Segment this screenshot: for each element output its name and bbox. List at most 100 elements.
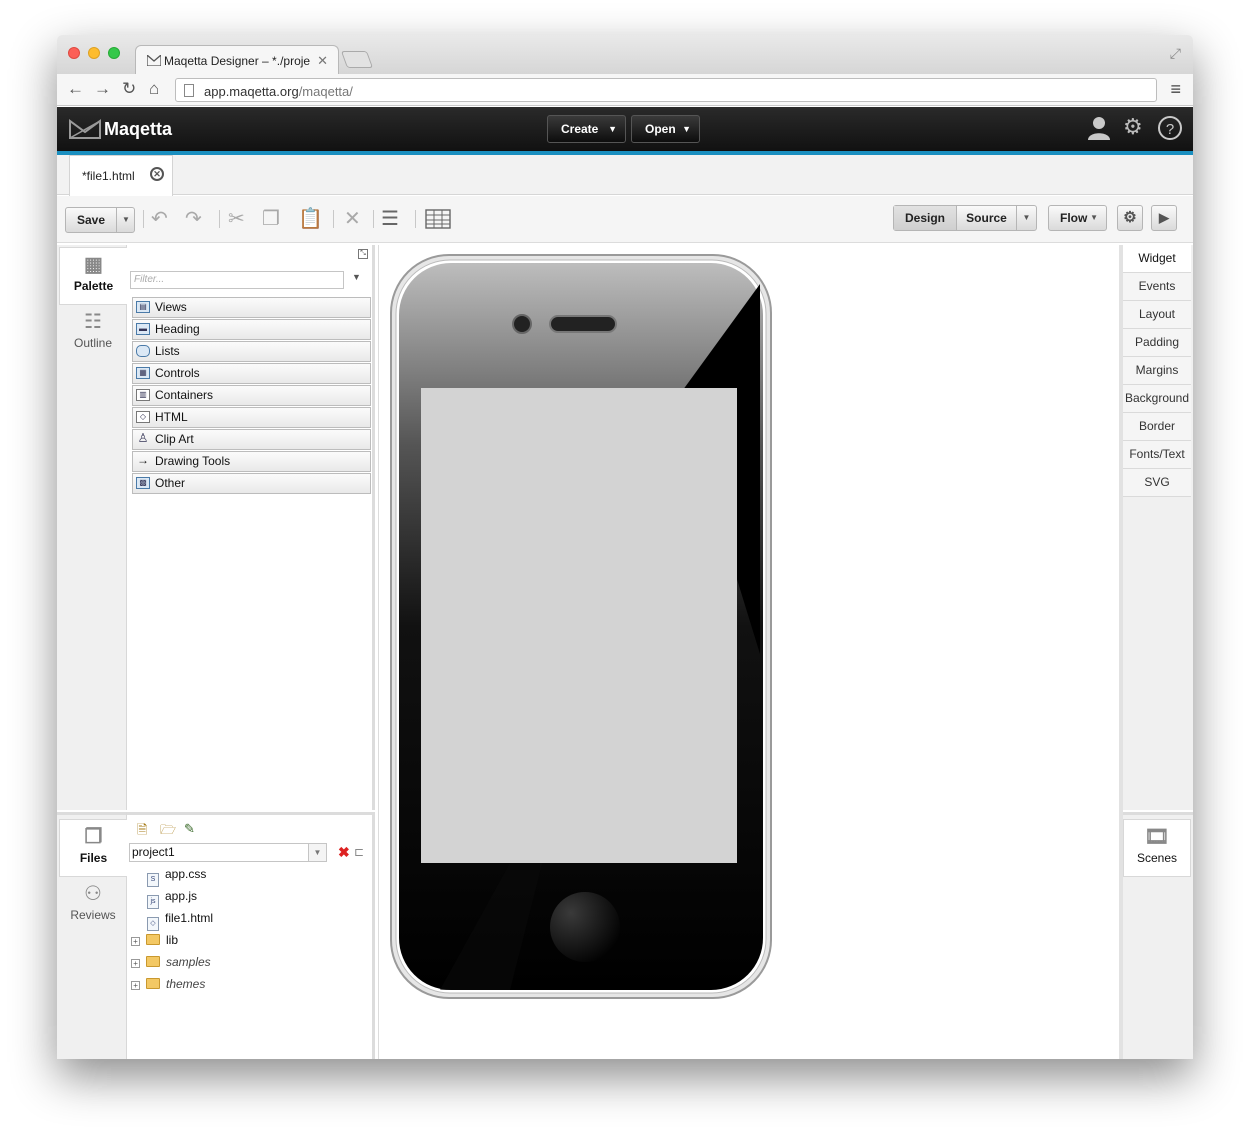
palette-item-other[interactable]: ▩ Other: [132, 473, 371, 494]
palette-item-controls[interactable]: ▦ Controls: [132, 363, 371, 384]
close-document-icon[interactable]: ✕: [150, 167, 164, 181]
expand-icon[interactable]: +: [131, 937, 140, 946]
copy-icon[interactable]: ❐: [262, 208, 280, 230]
editor-toolbar: Save ▼ ↶ ↷ ✂ ❐ 📋 ✕ ☰ Design Source ▼ Flo…: [57, 196, 1193, 243]
device-settings-icon[interactable]: ⚙: [1117, 205, 1143, 231]
project-settings-icon[interactable]: ⊏: [354, 845, 364, 859]
prop-tab-svg[interactable]: SVG: [1123, 469, 1191, 497]
views-icon: ▤: [136, 301, 150, 313]
document-tab[interactable]: *file1.html ✕: [69, 155, 173, 196]
maqetta-favicon-icon: [147, 55, 161, 66]
design-canvas[interactable]: [378, 245, 1119, 1059]
html-icon: ◇: [136, 411, 150, 423]
new-file-icon[interactable]: 🗎: [137, 821, 147, 843]
user-icon[interactable]: [1087, 115, 1111, 141]
minimize-window-button[interactable]: [88, 47, 100, 59]
toolbar-separator: [333, 210, 334, 228]
controls-icon: ▦: [136, 367, 150, 379]
delete-project-icon[interactable]: ✖: [338, 844, 350, 861]
browser-menu-icon[interactable]: ≡: [1170, 79, 1181, 100]
palette-item-clip-art[interactable]: ♙ Clip Art: [132, 429, 371, 450]
reviews-glasses-icon: ⚇: [84, 883, 102, 905]
save-button[interactable]: Save ▼: [65, 207, 135, 233]
delete-icon[interactable]: ✕: [344, 208, 361, 230]
reload-icon[interactable]: ↻: [122, 78, 136, 100]
palette-filter-input[interactable]: Filter...: [130, 271, 344, 289]
files-tab[interactable]: ❐ Files: [59, 819, 127, 877]
folder-item[interactable]: + themes: [131, 975, 205, 993]
expand-icon[interactable]: +: [131, 981, 140, 990]
cut-icon[interactable]: ✂: [228, 208, 245, 230]
save-dropdown-icon[interactable]: ▼: [116, 208, 135, 232]
svg-text:?: ?: [1166, 121, 1174, 138]
iphone-device-frame: [390, 254, 772, 999]
help-icon[interactable]: ?: [1157, 115, 1183, 141]
reviews-tab[interactable]: ⚇ Reviews: [59, 877, 127, 935]
filter-dropdown-icon[interactable]: ▼: [352, 272, 361, 282]
create-button[interactable]: Create ▼: [547, 115, 626, 143]
view-mode-dropdown-icon[interactable]: ▼: [1016, 206, 1036, 230]
prop-tab-background[interactable]: Background: [1123, 385, 1191, 413]
palette-item-drawing-tools[interactable]: → Drawing Tools: [132, 451, 371, 472]
collapse-panel-icon[interactable]: ⤡: [358, 249, 368, 259]
fullscreen-icon[interactable]: ⤢: [1170, 45, 1181, 62]
prop-tab-margins[interactable]: Margins: [1123, 357, 1191, 385]
palette-item-views[interactable]: ▤ Views: [132, 297, 371, 318]
device-screen[interactable]: [421, 388, 737, 863]
drawing-tools-icon: →: [137, 453, 149, 467]
new-folder-icon[interactable]: 🗁: [160, 821, 176, 843]
address-bar[interactable]: app.maqetta.org/maqetta/: [175, 78, 1157, 102]
redo-icon[interactable]: ↷: [185, 208, 202, 230]
folder-item[interactable]: + lib: [131, 931, 178, 949]
palette-item-label: Heading: [155, 322, 200, 336]
prop-tab-widget[interactable]: Widget: [1123, 245, 1191, 273]
design-mode-button[interactable]: Design: [894, 206, 956, 230]
palette-item-heading[interactable]: ▬ Heading: [132, 319, 371, 340]
paste-icon[interactable]: 📋: [298, 208, 323, 230]
files-tab-label: Files: [79, 851, 108, 865]
prop-tab-layout[interactable]: Layout: [1123, 301, 1191, 329]
close-window-button[interactable]: [68, 47, 80, 59]
settings-gear-icon[interactable]: ⚙: [1123, 114, 1143, 140]
prop-tab-label: Margins: [1135, 363, 1179, 377]
prop-tab-fonts-text[interactable]: Fonts/Text: [1123, 441, 1191, 469]
prop-tab-label: Border: [1138, 419, 1176, 433]
prop-tab-label: Fonts/Text: [1129, 447, 1185, 461]
browser-tab[interactable]: Maqetta Designer – *./proje ✕: [135, 45, 339, 74]
forward-icon[interactable]: →: [94, 78, 111, 100]
new-tab-button[interactable]: [340, 51, 374, 68]
flow-layout-button[interactable]: Flow ▼: [1048, 205, 1107, 231]
palette-item-containers[interactable]: ▥ Containers: [132, 385, 371, 406]
home-icon[interactable]: ⌂: [149, 78, 159, 100]
zoom-window-button[interactable]: [108, 47, 120, 59]
prop-tab-border[interactable]: Border: [1123, 413, 1191, 441]
file-item[interactable]: ◇ file1.html: [147, 909, 213, 931]
undo-icon[interactable]: ↶: [151, 208, 168, 230]
palette-item-lists[interactable]: Lists: [132, 341, 371, 362]
folder-icon: [146, 934, 160, 945]
file-item[interactable]: js app.js: [147, 887, 197, 909]
outline-tab[interactable]: ☷ Outline: [59, 305, 127, 363]
source-mode-button[interactable]: Source: [956, 206, 1016, 230]
palette-tab[interactable]: ▦ Palette: [59, 247, 127, 305]
open-button[interactable]: Open ▼: [631, 115, 700, 143]
document-outline-icon[interactable]: ☰: [381, 208, 399, 230]
prop-tab-events[interactable]: Events: [1123, 273, 1191, 301]
prop-tab-padding[interactable]: Padding: [1123, 329, 1191, 357]
table-grid-icon[interactable]: [425, 209, 451, 229]
toolbar-separator: [143, 210, 144, 228]
palette-item-html[interactable]: ◇ HTML: [132, 407, 371, 428]
close-tab-icon[interactable]: ✕: [317, 53, 328, 69]
upload-icon[interactable]: ✎: [184, 821, 195, 837]
create-dropdown-icon: ▼: [608, 124, 617, 134]
file-item[interactable]: Sapp.css: [147, 865, 206, 887]
scenes-tab-label: Scenes: [1136, 851, 1178, 865]
project-select[interactable]: project1 ▼: [129, 843, 327, 862]
back-icon[interactable]: ←: [67, 78, 84, 100]
folder-item[interactable]: + samples: [131, 953, 211, 971]
preview-play-icon[interactable]: ▶: [1151, 205, 1177, 231]
expand-icon[interactable]: +: [131, 959, 140, 968]
url-path: /maqetta/: [298, 84, 353, 99]
scenes-tab[interactable]: 🎞 Scenes: [1123, 819, 1191, 877]
document-tab-label: *file1.html: [82, 169, 135, 183]
